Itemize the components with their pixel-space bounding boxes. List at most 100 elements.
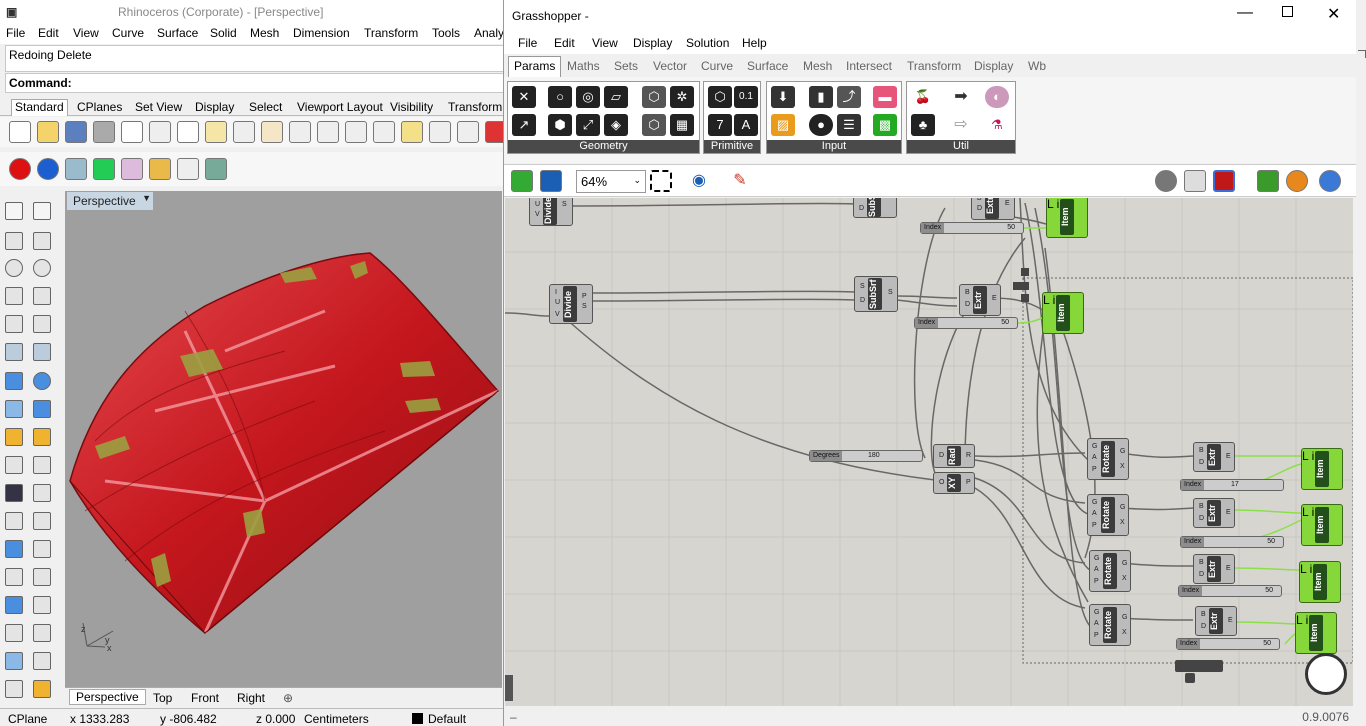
mesh-param-icon[interactable]: ✲	[670, 86, 694, 108]
tab-cplanes[interactable]: CPlanes	[74, 100, 125, 114]
tab-display[interactable]: Display	[192, 100, 237, 114]
number-param-icon[interactable]: 0.1	[734, 86, 758, 108]
group-side-handles[interactable]	[1005, 268, 1031, 306]
tab-transform[interactable]: Transform	[445, 100, 505, 114]
solid-box-icon[interactable]	[5, 372, 23, 390]
text-icon[interactable]	[5, 540, 23, 558]
gh-canvas[interactable]: U V Divide S I U V Divide P S D SubSrf S…	[505, 198, 1353, 706]
color-swatch-icon[interactable]: ▬	[873, 86, 897, 108]
vp-tab-top[interactable]: Top	[153, 691, 172, 705]
boolean-param-icon[interactable]: ⬡	[708, 86, 732, 108]
viewport-title[interactable]: Perspective ▼	[67, 192, 153, 210]
maximize-icon[interactable]	[1282, 6, 1293, 17]
navigation-wheel-icon[interactable]	[1305, 653, 1347, 695]
status-units[interactable]: Centimeters	[304, 712, 369, 726]
close-icon[interactable]: ✕	[1327, 4, 1340, 24]
panel-icon[interactable]	[205, 158, 227, 180]
tab-standard[interactable]: Standard	[11, 99, 68, 116]
undo-view-icon[interactable]	[429, 121, 451, 143]
fillet-icon[interactable]	[33, 315, 51, 333]
gh-menu-view[interactable]: View	[592, 36, 618, 50]
extr-component[interactable]: B D Extr E	[1193, 554, 1235, 584]
divide-component[interactable]: I U V Divide P S	[549, 284, 593, 324]
line-param-icon[interactable]: ⤢	[576, 114, 600, 136]
preview-eye-icon[interactable]: ◉	[688, 170, 710, 192]
point-input-icon[interactable]: ●	[809, 114, 833, 136]
surface-edge-icon[interactable]	[33, 343, 51, 361]
rotate-component[interactable]: G A P Rotate G X	[1087, 438, 1129, 480]
menu-file[interactable]: File	[6, 26, 25, 40]
trim-icon[interactable]	[33, 428, 51, 446]
gh-tab-transform[interactable]: Transform	[907, 59, 961, 73]
item-component[interactable]: L i W Item	[1046, 198, 1088, 238]
integer-param-icon[interactable]: 7	[708, 114, 732, 136]
polygon-icon[interactable]	[5, 315, 23, 333]
render-settings-icon[interactable]	[33, 680, 51, 698]
canvas-scroll-handle[interactable]	[505, 675, 513, 701]
index-slider[interactable]: Index 50	[1180, 536, 1284, 548]
item-component[interactable]: L i W Item	[1301, 448, 1343, 490]
extr-component[interactable]: B D Extr E	[1193, 442, 1235, 472]
graph-mapper-icon[interactable]: ⤴	[837, 86, 861, 108]
mesh-quality-icon[interactable]	[1257, 170, 1279, 192]
add-viewport-icon[interactable]: ⊕	[283, 691, 293, 705]
command-prompt[interactable]: Command:	[5, 73, 505, 93]
copy-icon[interactable]	[177, 121, 199, 143]
degrees-slider[interactable]: Degrees 180	[809, 450, 923, 462]
dots-icon[interactable]	[177, 158, 199, 180]
zoom-level-select[interactable]: 64% ⌄	[576, 170, 646, 193]
extr-component[interactable]: B D Extr E	[959, 284, 1001, 316]
select-arrow-icon[interactable]	[5, 202, 23, 220]
mirror-icon[interactable]	[33, 568, 51, 586]
value-list-icon[interactable]: ☰	[837, 114, 861, 136]
sketch-pen-icon[interactable]: ✎	[729, 170, 751, 192]
vector-param-icon[interactable]: ↗	[512, 114, 536, 136]
index-slider[interactable]: Index 50	[1178, 585, 1282, 597]
gh-tab-mesh[interactable]: Mesh	[803, 59, 832, 73]
dimension-icon[interactable]	[33, 540, 51, 558]
flask-icon[interactable]: ⚗	[985, 114, 1009, 136]
menu-edit[interactable]: Edit	[38, 26, 59, 40]
galapagos-icon[interactable]: ◐	[985, 86, 1009, 108]
menu-view[interactable]: View	[73, 26, 99, 40]
arc-icon[interactable]	[5, 287, 23, 305]
subsrf-component[interactable]: S D SubSrf S	[854, 276, 898, 312]
cut-icon[interactable]	[149, 121, 171, 143]
circle-param-icon[interactable]: ○	[548, 86, 572, 108]
check-icon[interactable]	[33, 652, 51, 670]
zoom-icon[interactable]	[317, 121, 339, 143]
zoom-extents-icon[interactable]	[650, 170, 672, 192]
index-slider[interactable]: Index 50	[1176, 638, 1280, 650]
move-icon[interactable]	[5, 512, 23, 530]
gradient-icon[interactable]: ▨	[771, 114, 795, 136]
tree-icon[interactable]: ♣	[911, 114, 935, 136]
boolean-icon[interactable]	[5, 484, 23, 502]
zoom-extents-icon[interactable]	[373, 121, 395, 143]
join-icon[interactable]	[33, 456, 51, 474]
matrix-icon[interactable]: ▩	[873, 114, 897, 136]
light-icon[interactable]	[149, 158, 171, 180]
undo-icon[interactable]	[233, 121, 255, 143]
text-param-icon[interactable]: A	[734, 114, 758, 136]
zoom-selected-icon[interactable]	[401, 121, 423, 143]
menu-curve[interactable]: Curve	[112, 26, 144, 40]
subsrf-component[interactable]: D SubSrf	[853, 198, 897, 218]
cherry-icon[interactable]: 🍒	[911, 86, 935, 108]
grid-icon[interactable]	[457, 121, 479, 143]
surface-corner-icon[interactable]	[5, 343, 23, 361]
gh-tab-params[interactable]: Params	[508, 56, 562, 77]
field-param-icon[interactable]: ⬡	[642, 86, 666, 108]
import-icon[interactable]	[121, 121, 143, 143]
tab-viewport-layout[interactable]: Viewport Layout	[294, 100, 386, 114]
cylinder-icon[interactable]	[5, 400, 23, 418]
save-icon[interactable]	[65, 121, 87, 143]
gh-menu-help[interactable]: Help	[742, 36, 767, 50]
pan-hand-icon[interactable]	[261, 121, 283, 143]
rotate-component[interactable]: G A P Rotate G X	[1087, 494, 1129, 536]
split-icon[interactable]	[5, 456, 23, 474]
project-icon[interactable]	[5, 652, 23, 670]
index-slider[interactable]: Index 50	[914, 317, 1018, 329]
gh-tab-wb[interactable]: Wb	[1028, 59, 1046, 73]
item-component[interactable]: L i W Item	[1295, 612, 1337, 654]
geometry-param-icon[interactable]: ✕	[512, 86, 536, 108]
